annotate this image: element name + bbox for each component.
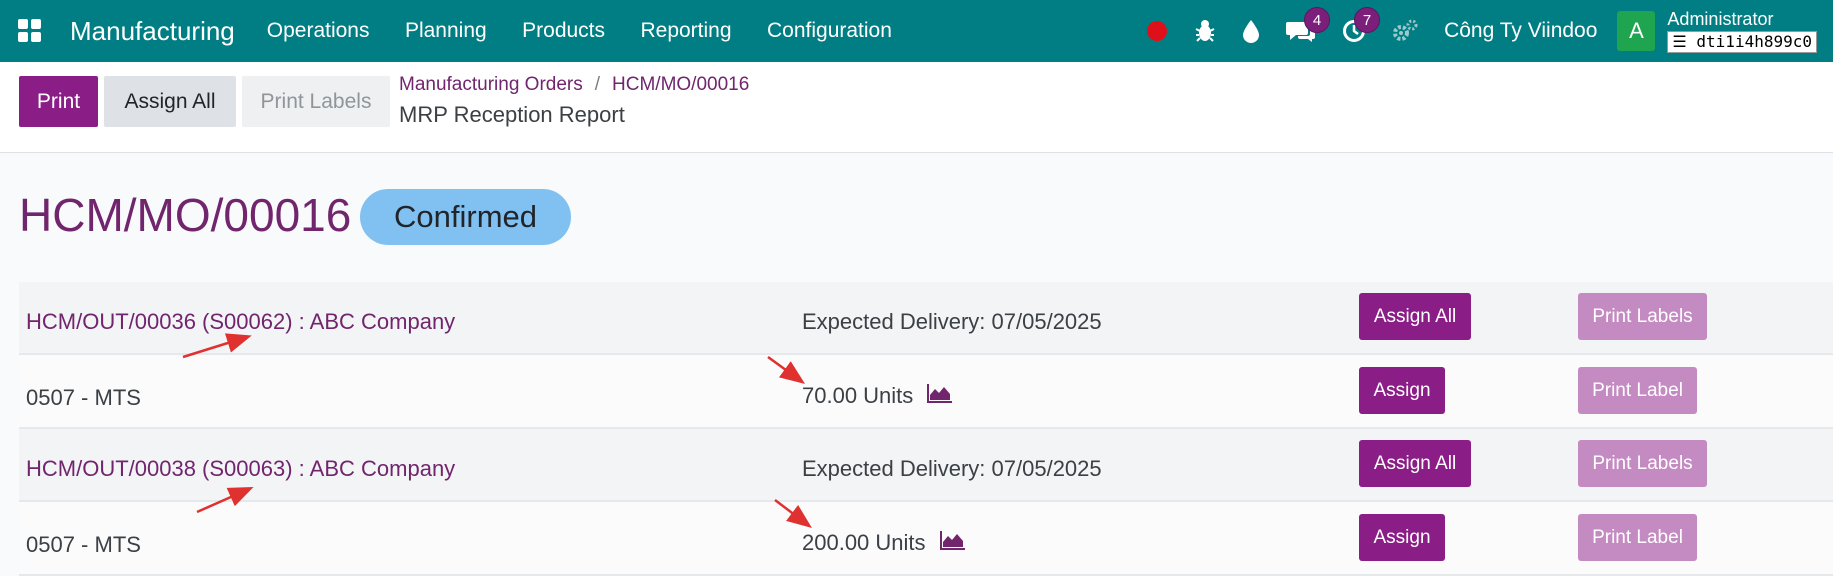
- messages-badge: 4: [1304, 7, 1331, 33]
- area-chart-icon[interactable]: [927, 383, 953, 409]
- clock-icon[interactable]: 7: [1342, 7, 1381, 43]
- database-badge: ☰ dti1i4h899c0: [1667, 30, 1817, 53]
- settings-icon[interactable]: [1392, 19, 1418, 43]
- breadcrumb-manufacturing-orders[interactable]: Manufacturing Orders: [399, 74, 583, 95]
- bug-icon[interactable]: [1194, 19, 1216, 43]
- print-labels-button[interactable]: Print Labels: [242, 76, 390, 127]
- breadcrumb: Manufacturing Orders / HCM/MO/00016: [399, 74, 749, 96]
- print-label-button[interactable]: Print Label: [1578, 367, 1697, 414]
- menu-planning[interactable]: Planning: [405, 19, 487, 42]
- chat-icon[interactable]: 4: [1286, 7, 1331, 43]
- table-row-group-header: HCM/OUT/00036 (S00062) : ABC Company Exp…: [19, 282, 1833, 355]
- table-row-group-header: HCM/OUT/00038 (S00063) : ABC Company Exp…: [19, 429, 1833, 502]
- app-brand[interactable]: Manufacturing: [70, 16, 235, 47]
- quantity-cell: 70.00 Units: [802, 383, 953, 409]
- product-name: 0507 - MTS: [26, 385, 141, 410]
- avatar[interactable]: A: [1617, 11, 1656, 51]
- activities-badge: 7: [1354, 7, 1381, 33]
- outgoing-reference-link[interactable]: HCM/OUT/00038 (S00063) : ABC Company: [26, 456, 455, 482]
- expected-delivery: Expected Delivery: 07/05/2025: [802, 456, 1102, 481]
- page-title: HCM/MO/00016: [19, 189, 352, 241]
- print-labels-row-button[interactable]: Print Labels: [1578, 440, 1707, 487]
- product-name: 0507 - MTS: [26, 532, 141, 557]
- page-subtitle: MRP Reception Report: [399, 102, 625, 127]
- user-name: Administrator: [1667, 8, 1774, 29]
- assign-all-row-button[interactable]: Assign All: [1359, 293, 1471, 340]
- control-panel: Print Assign All Print Labels Manufactur…: [0, 62, 1833, 153]
- drop-icon[interactable]: [1242, 19, 1260, 43]
- quantity-cell: 200.00 Units: [802, 530, 966, 556]
- user-menu[interactable]: Administrator ☰ dti1i4h899c0: [1667, 10, 1817, 53]
- menu-operations[interactable]: Operations: [267, 19, 370, 42]
- print-labels-row-button[interactable]: Print Labels: [1578, 293, 1707, 340]
- print-label-button[interactable]: Print Label: [1578, 514, 1697, 561]
- record-icon[interactable]: [1146, 20, 1168, 42]
- assign-button[interactable]: Assign: [1359, 514, 1445, 561]
- assign-button[interactable]: Assign: [1359, 367, 1445, 414]
- company-switcher[interactable]: Công Ty Viindoo: [1444, 19, 1597, 43]
- quantity-value: 200.00 Units: [802, 530, 926, 555]
- status-badge: Confirmed: [360, 189, 571, 245]
- main-menu: Operations Planning Products Reporting C…: [267, 19, 923, 43]
- menu-configuration[interactable]: Configuration: [767, 19, 892, 42]
- table-row: 0507 - MTS 200.00 Units Assign Print Lab…: [19, 502, 1833, 576]
- assign-all-button[interactable]: Assign All: [104, 76, 236, 127]
- database-name: dti1i4h899c0: [1696, 31, 1812, 51]
- reception-report-table: HCM/OUT/00036 (S00062) : ABC Company Exp…: [19, 282, 1833, 576]
- breadcrumb-mo[interactable]: HCM/MO/00016: [612, 74, 749, 95]
- breadcrumb-separator: /: [594, 74, 601, 95]
- menu-products[interactable]: Products: [522, 19, 605, 42]
- outgoing-reference-link[interactable]: HCM/OUT/00036 (S00062) : ABC Company: [26, 309, 455, 335]
- area-chart-icon[interactable]: [939, 530, 966, 556]
- table-row: 0507 - MTS 70.00 Units Assign Print Labe…: [19, 355, 1833, 429]
- menu-reporting[interactable]: Reporting: [640, 19, 731, 42]
- quantity-value: 70.00 Units: [802, 383, 914, 408]
- expected-delivery: Expected Delivery: 07/05/2025: [802, 309, 1102, 334]
- top-navbar: Manufacturing Operations Planning Produc…: [0, 0, 1833, 62]
- apps-grid-icon[interactable]: [0, 0, 60, 62]
- database-icon: ☰: [1672, 31, 1687, 51]
- navbar-systray: 4 7 Công Ty Viindoo A Administrator ☰ dt…: [1146, 0, 1833, 62]
- print-button[interactable]: Print: [19, 76, 98, 127]
- assign-all-row-button[interactable]: Assign All: [1359, 440, 1471, 487]
